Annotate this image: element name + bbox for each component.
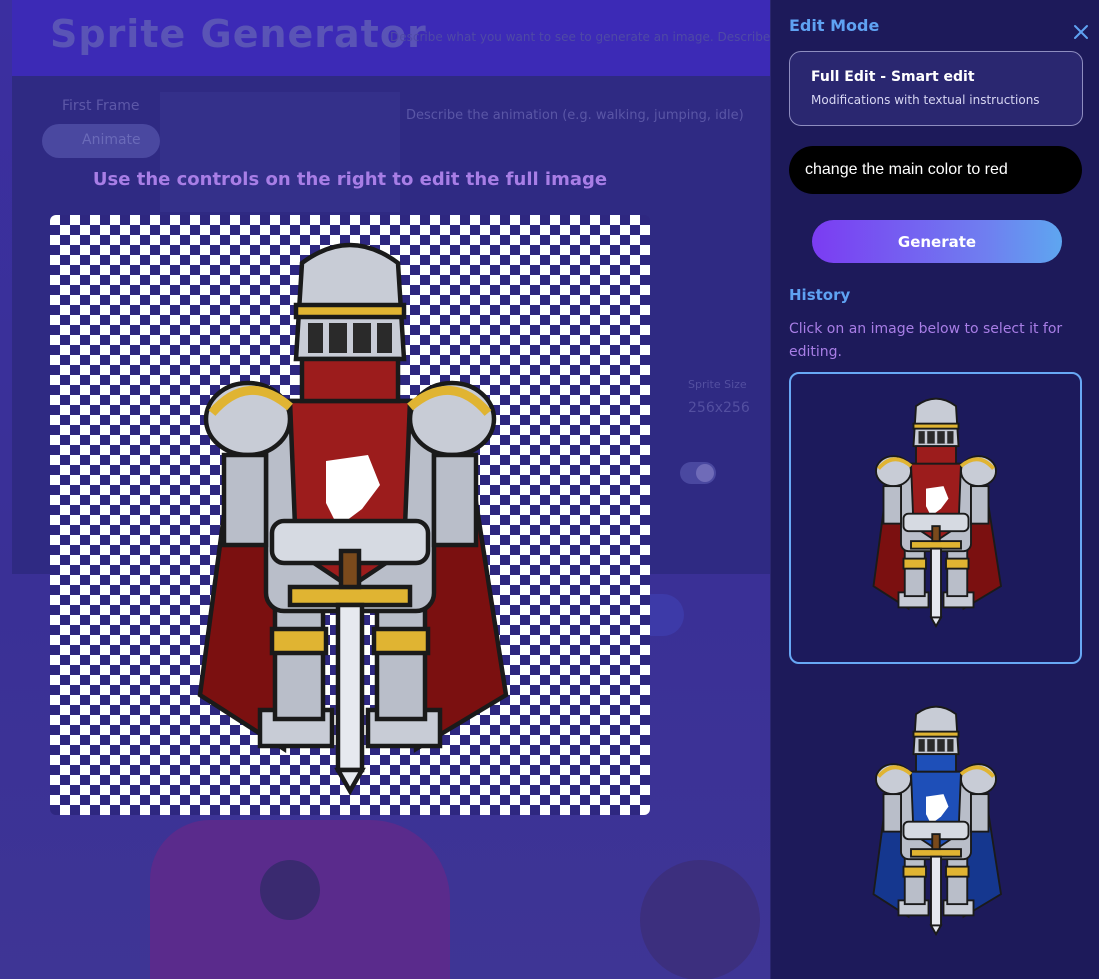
edit-hint: Use the controls on the right to edit th… [92,169,608,190]
edit-mode-card[interactable]: Full Edit - Smart edit Modifications wit… [789,51,1083,126]
instruction-input[interactable] [789,146,1082,194]
panel-title: Edit Mode [789,16,880,35]
app-title: Sprite Generator [50,12,427,56]
edit-panel: Edit Mode Full Edit - Smart edit Modific… [770,0,1099,979]
sprite-size-label: Sprite Size [688,378,747,391]
history-item-blue-knight[interactable] [789,680,1082,972]
knight-thumbnail [871,397,1002,629]
background-art-detail [640,860,760,979]
close-icon[interactable] [1069,20,1093,44]
tab-first-frame: First Frame [62,98,140,114]
history-hint: Click on an image below to select it for… [789,321,1063,360]
generate-button[interactable]: Generate [812,220,1062,263]
edit-mode-description: Modifications with textual instructions [811,93,1040,107]
knight-thumbnail [871,705,1002,937]
background-art-detail [260,860,320,920]
tab-animate-label: Animate [82,132,141,148]
history-title: History [789,286,851,304]
edit-mode-title: Full Edit - Smart edit [811,69,975,85]
app-subtitle: Describe what you want to see to generat… [390,30,770,44]
knight-sprite [197,242,509,796]
tab-animate: Animate [42,124,160,158]
first-frame-card [160,92,400,212]
animation-prompt: Describe the animation (e.g. walking, ju… [406,108,744,123]
background-toggle [680,462,716,484]
history-item-red-knight[interactable] [789,372,1082,664]
edit-canvas[interactable] [50,215,650,815]
sprite-size-value: 256x256 [688,400,750,416]
